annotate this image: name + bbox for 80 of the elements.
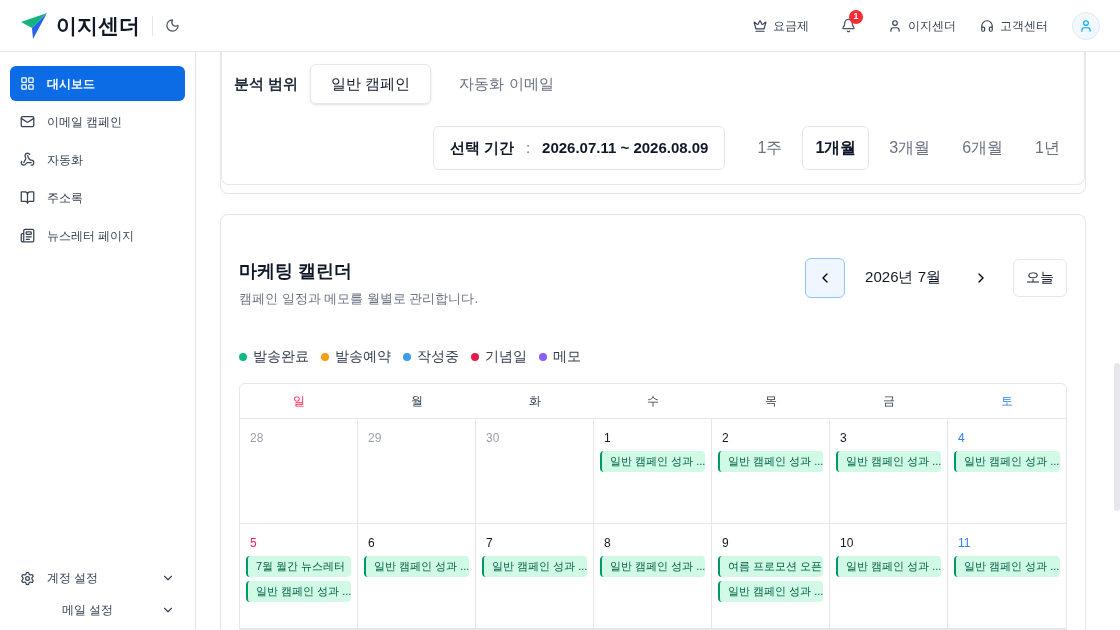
mail-icon [20,114,35,129]
calendar-subtitle: 캠페인 일정과 메모를 월별로 관리합니다. [239,289,479,308]
calendar-event[interactable]: 일반 캠페인 성과 ... [718,581,823,602]
logo-icon [20,11,48,40]
scrollbar[interactable] [1114,363,1120,511]
legend-label: 발송예약 [335,347,391,366]
legend-label: 기념일 [485,347,527,366]
sidebar-item[interactable]: 자동화 [10,142,185,177]
webhook-icon [20,152,35,167]
avatar[interactable] [1072,11,1100,40]
date-number: 1 [603,430,612,447]
calendar-event[interactable]: 일반 캠페인 성과 ... [836,451,941,472]
weekday-header: 수 [646,393,660,410]
calendar-event[interactable]: 일반 캠페인 성과 ... [600,451,705,472]
date-number: 8 [603,535,612,552]
date-number: 11 [957,535,972,552]
period-field[interactable]: 선택 기간 : 2026.07.11 ~ 2026.08.09 [432,126,726,170]
user-icon [888,18,902,33]
date-number: 30 [485,430,501,447]
calendar-event[interactable]: 일반 캠페인 성과 ... [600,556,705,577]
header-link[interactable]: 요금제 [753,17,809,34]
settings-menu-item[interactable]: 메일 설정 [10,602,185,618]
calendar-event[interactable]: 여름 프로모션 오픈 [718,556,823,577]
previous-month-button[interactable] [805,257,846,298]
weekday-header: 월 [410,393,424,410]
dashboard-icon [20,76,35,91]
date-number: 5 [249,535,258,552]
scope-tab[interactable]: 일반 캠페인 [310,64,432,104]
headphones-icon [980,18,994,33]
date-number: 10 [839,535,855,552]
dark-mode-icon[interactable] [165,18,180,33]
sidebar-item[interactable]: 이메일 캠페인 [10,104,185,139]
calendar-event[interactable]: 일반 캠페인 성과 ... [482,556,587,577]
scope-tab[interactable]: 자동화 이메일 [439,64,574,104]
date-number: 4 [957,430,966,447]
calendar-event[interactable]: 일반 캠페인 성과 ... [836,556,941,577]
date-number: 29 [367,430,383,447]
legend-label: 작성중 [417,347,459,366]
weekday-header: 화 [528,393,542,410]
date-number: 3 [839,430,848,447]
range-tab[interactable]: 3개월 [877,126,943,170]
weekday-header: 금 [882,393,896,410]
newspaper-icon [20,228,35,243]
settings-icon [20,570,35,586]
sidebar-item[interactable]: 대시보드 [10,66,185,101]
weekday-header: 일 [292,393,306,410]
logo-text: 이지센더 [56,12,140,39]
sidebar-item[interactable]: 뉴스레터 페이지 [10,218,185,253]
range-tab[interactable]: 1주 [745,126,795,170]
user-icon [1079,18,1093,33]
crown-icon [753,18,767,33]
calendar-event[interactable]: 일반 캠페인 성과 ... [718,451,823,472]
calendar-event[interactable]: 일반 캠페인 성과 ... [954,556,1060,577]
calendar-title: 마케팅 캘린더 [239,259,353,283]
weekday-header: 목 [764,393,778,410]
date-number: 9 [721,535,730,552]
legend-label: 메모 [553,347,581,366]
today-button[interactable]: 오늘 [1013,258,1067,297]
notification-badge: 1 [849,10,863,24]
calendar-event[interactable]: 일반 캠페인 성과 ... [364,556,469,577]
calendar-event[interactable]: 일반 캠페인 성과 ... [954,451,1060,472]
calendar-event[interactable]: 7월 월간 뉴스레터 [246,556,351,577]
legend-label: 발송완료 [253,347,309,366]
date-number: 6 [367,535,376,552]
range-tab[interactable]: 6개월 [950,126,1016,170]
date-number: 2 [721,430,730,447]
header-link[interactable]: 이지센더 [888,17,956,34]
calendar-event[interactable]: 일반 캠페인 성과 ... [246,581,351,602]
weekday-header: 토 [1000,393,1014,410]
settings-menu-item[interactable]: 계정 설정 [10,570,185,586]
date-number: 7 [485,535,494,552]
sidebar-item[interactable]: 주소록 [10,180,185,215]
date-number: 28 [249,430,265,447]
scope-label: 분석 범위 [234,73,299,94]
month-label: 2026년 7월 [864,267,942,288]
book-icon [20,190,35,205]
range-tab[interactable]: 1년 [1023,126,1072,170]
range-tab[interactable]: 1개월 [802,126,870,170]
notification-bell-icon[interactable] [841,18,856,33]
header-link[interactable]: 고객센터 [980,17,1048,34]
